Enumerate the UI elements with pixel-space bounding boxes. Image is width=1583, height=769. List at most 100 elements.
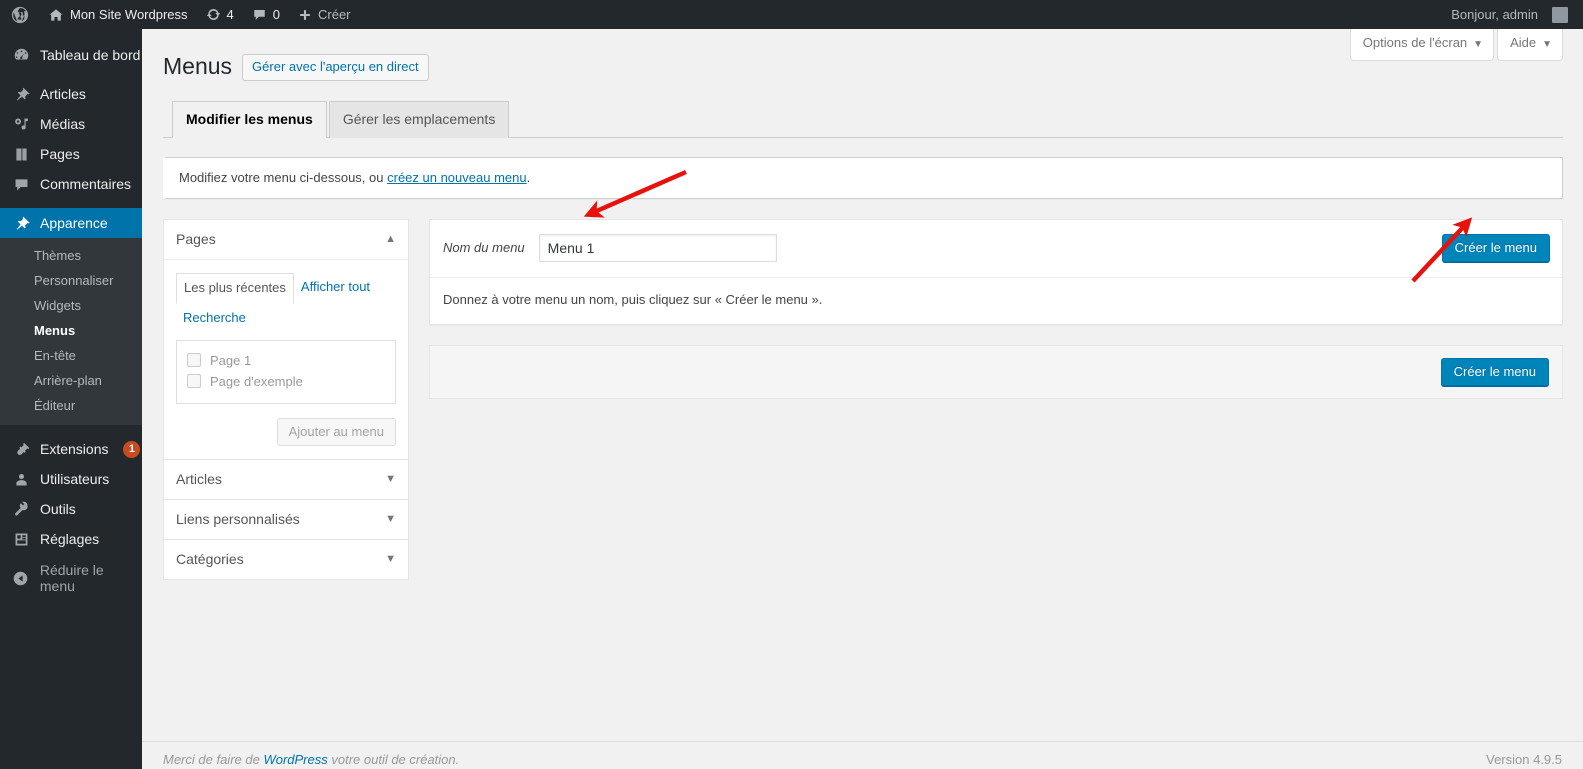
wordpress-logo-menu[interactable] [0, 0, 39, 29]
menu-edit-column: Nom du menu Créer le menu Donnez à votre… [429, 218, 1563, 399]
add-menu-items-accordion: Pages ▲ Les plus récentes Afficher tout Re… [163, 218, 409, 580]
chevron-down-icon[interactable]: ▼ [385, 553, 396, 565]
checkbox-icon[interactable] [187, 374, 201, 388]
add-to-menu-row: Ajouter au menu [176, 417, 396, 446]
sidebar-item-label: Articles [40, 86, 86, 102]
live-preview-button[interactable]: Gérer avec l'aperçu en direct [242, 53, 429, 81]
tab-view-all[interactable]: Afficher tout [294, 272, 377, 302]
new-content-menu[interactable]: Créer [289, 0, 360, 29]
tab-manage-locations[interactable]: Gérer les emplacements [328, 101, 510, 138]
submenu-item-customize[interactable]: Personnaliser [0, 268, 142, 293]
tools-wrench-icon [11, 501, 31, 518]
wordpress-link[interactable]: WordPress [263, 752, 327, 767]
media-icon [11, 116, 31, 133]
comment-icon [11, 176, 31, 193]
menu-settings-column: Pages ▲ Les plus récentes Afficher tout Re… [163, 218, 409, 580]
screen-options-button[interactable]: Options de l'écran ▼ [1349, 29, 1495, 61]
accordion-title: Articles [176, 470, 222, 487]
submenu-item-widgets[interactable]: Widgets [0, 293, 142, 318]
chevron-down-icon: ▼ [1542, 39, 1552, 50]
nav-tab-wrapper: Modifier les menus Gérer les emplacement… [163, 101, 1563, 138]
list-item[interactable]: Page 1 [187, 350, 385, 371]
main-content: Options de l'écran ▼ Aide ▼ Menus Gérer av… [142, 29, 1583, 769]
menu-name-input[interactable] [538, 233, 777, 262]
footer-thanks-after: votre outil de création. [327, 752, 460, 767]
menu-edit-notice: Modifiez votre menu ci-dessous, ou créez… [163, 157, 1563, 199]
sidebar-primary-group: Tableau de bord Articles Médias Pages Co… [0, 29, 150, 594]
sidebar-item-appearance[interactable]: Apparence [0, 208, 150, 238]
page-title: Menus [163, 53, 233, 79]
tab-most-recent[interactable]: Les plus récentes [176, 272, 294, 304]
sidebar-item-tools[interactable]: Outils [0, 494, 142, 524]
my-account-menu[interactable]: Bonjour, admin [1442, 0, 1577, 29]
dashboard-icon [11, 47, 31, 64]
accordion-title: Pages [176, 230, 216, 247]
wordpress-logo-icon [11, 6, 29, 24]
accordion-panel-posts: Articles ▼ [164, 459, 408, 500]
sidebar-item-dashboard[interactable]: Tableau de bord [0, 40, 142, 70]
sidebar-item-label: Réglages [40, 531, 100, 547]
page-wrap: Menus Gérer avec l'aperçu en direct Modi… [142, 29, 1583, 580]
accordion-body-pages: Les plus récentes Afficher toutRecherche … [164, 258, 408, 459]
notice-text-after: . [526, 170, 531, 185]
chevron-up-icon[interactable]: ▲ [385, 233, 396, 245]
submenu-item-themes[interactable]: Thèmes [0, 243, 142, 268]
plus-icon [298, 8, 312, 22]
menu-save-bar: Créer le menu [429, 344, 1563, 399]
sidebar-item-users[interactable]: Utilisateurs [0, 464, 142, 494]
accordion-header-pages[interactable]: Pages ▲ [164, 219, 408, 259]
admin-sidebar-menu: Tableau de bord Articles Médias Pages Co… [0, 29, 150, 769]
sidebar-item-label: Apparence [40, 215, 108, 231]
collapse-arrow-icon [11, 570, 31, 587]
sidebar-item-pages[interactable]: Pages [0, 139, 142, 169]
sidebar-item-settings[interactable]: Réglages [0, 524, 142, 554]
comments-menu[interactable]: 0 [243, 0, 289, 29]
pages-tabs: Les plus récentes Afficher tout Recherche [176, 272, 396, 333]
checkbox-icon[interactable] [187, 353, 201, 367]
sidebar-item-label: Utilisateurs [40, 471, 110, 487]
accordion-header-custom-links[interactable]: Liens personnalisés ▼ [164, 499, 408, 539]
admin-bar-right: Bonjour, admin [1442, 0, 1583, 29]
menus-layout: Pages ▲ Les plus récentes Afficher tout Re… [163, 218, 1563, 580]
list-item-label: Page 1 [210, 352, 252, 368]
sidebar-item-label: Réduire le menu [39, 562, 104, 594]
submenu-item-header[interactable]: En-tête [0, 343, 142, 368]
help-label: Aide [1510, 35, 1537, 50]
chevron-down-icon[interactable]: ▼ [385, 473, 396, 485]
sidebar-item-posts[interactable]: Articles [0, 79, 142, 109]
submenu-item-menus[interactable]: Menus [0, 318, 142, 343]
sidebar-item-label: Commentaires [40, 176, 132, 192]
help-button[interactable]: Aide ▼ [1497, 29, 1563, 61]
screen-options-label: Options de l'écran [1362, 35, 1468, 50]
sidebar-item-collapse[interactable]: Réduire le menu [0, 562, 142, 594]
accordion-header-categories[interactable]: Catégories ▼ [164, 539, 408, 579]
accordion-title: Liens personnalisés [176, 510, 300, 527]
create-menu-button-bottom[interactable]: Créer le menu [1440, 357, 1549, 386]
tab-search[interactable]: Recherche [176, 303, 253, 333]
updates-icon [206, 7, 221, 22]
tab-edit-menus[interactable]: Modifier les menus [172, 101, 327, 138]
create-menu-button-top[interactable]: Créer le menu [1441, 233, 1550, 262]
appearance-brush-icon [11, 215, 31, 232]
plugins-update-badge: 1 [123, 440, 141, 458]
site-name-menu[interactable]: Mon Site Wordpress [39, 0, 197, 29]
sidebar-item-plugins[interactable]: Extensions 1 [0, 434, 142, 464]
admin-footer: Merci de faire de WordPress votre outil … [142, 741, 1583, 769]
menu-name-row: Nom du menu Créer le menu [430, 220, 1562, 278]
footer-thanks-before: Merci de faire de [163, 752, 264, 767]
list-item[interactable]: Page d'exemple [187, 371, 385, 392]
avatar-icon [1552, 6, 1568, 23]
sidebar-item-media[interactable]: Médias [0, 109, 142, 139]
menu-edit-panel: Nom du menu Créer le menu Donnez à votre… [429, 218, 1563, 325]
sidebar-item-comments[interactable]: Commentaires [0, 169, 142, 199]
submenu-item-editor[interactable]: Éditeur [0, 393, 142, 418]
accordion-header-posts[interactable]: Articles ▼ [164, 459, 408, 499]
create-new-menu-link[interactable]: créez un nouveau menu [387, 170, 526, 185]
submenu-item-background[interactable]: Arrière-plan [0, 368, 142, 393]
updates-menu[interactable]: 4 [197, 0, 243, 29]
comment-bubble-icon [252, 7, 267, 22]
screen-meta-links: Options de l'écran ▼ Aide ▼ [1347, 29, 1583, 61]
add-to-menu-button[interactable]: Ajouter au menu [276, 417, 396, 446]
list-item-label: Page d'exemple [210, 373, 303, 389]
chevron-down-icon[interactable]: ▼ [385, 513, 396, 525]
